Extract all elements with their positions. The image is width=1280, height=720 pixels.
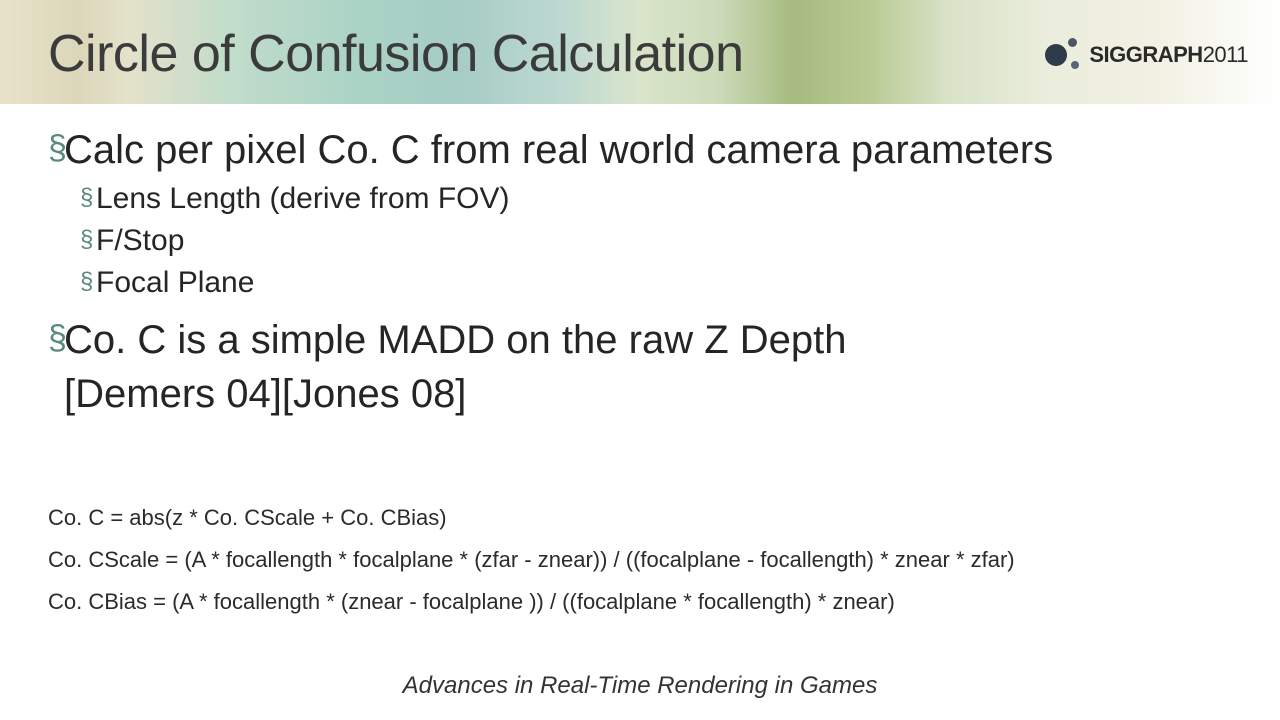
slide-title: Circle of Confusion Calculation: [48, 24, 744, 84]
footer-text: Advances in Real-Time Rendering in Games: [0, 672, 1280, 700]
bullet-level2: § Focal Plane: [80, 264, 1232, 302]
bullet-text: Calc per pixel Co. C from real world cam…: [64, 126, 1053, 174]
logo-text: SIGGRAPH2011: [1089, 42, 1248, 68]
slide: Circle of Confusion Calculation SIGGRAPH…: [0, 0, 1280, 720]
logo-mark-icon: [1045, 38, 1079, 72]
logo-brand: SIGGRAPH: [1089, 42, 1202, 67]
bullet-icon: §: [48, 316, 64, 364]
equation: Co. C = abs(z * Co. CScale + Co. CBias): [48, 504, 1232, 532]
bullet-icon: §: [48, 126, 64, 174]
bullet-level2: § F/Stop: [80, 222, 1232, 260]
bullet-level1-continuation: [Demers 04][Jones 08]: [48, 370, 1232, 418]
siggraph-logo: SIGGRAPH2011: [1045, 38, 1248, 72]
bullet-icon: §: [80, 222, 96, 260]
equation: Co. CBias = (A * focallength * (znear - …: [48, 588, 1232, 616]
bullet-text: F/Stop: [96, 222, 184, 260]
bullet-level1: § Co. C is a simple MADD on the raw Z De…: [48, 316, 1232, 364]
slide-body: § Calc per pixel Co. C from real world c…: [48, 126, 1232, 630]
logo-year: 2011: [1203, 42, 1248, 67]
bullet-text: Co. C is a simple MADD on the raw Z Dept…: [64, 316, 846, 364]
bullet-text: [Demers 04][Jones 08]: [64, 370, 466, 418]
bullet-text: Lens Length (derive from FOV): [96, 180, 510, 218]
bullet-level1: § Calc per pixel Co. C from real world c…: [48, 126, 1232, 174]
bullet-icon: §: [80, 180, 96, 218]
bullet-icon: §: [80, 264, 96, 302]
bullet-text: Focal Plane: [96, 264, 254, 302]
bullet-level2: § Lens Length (derive from FOV): [80, 180, 1232, 218]
equations-block: Co. C = abs(z * Co. CScale + Co. CBias) …: [48, 504, 1232, 616]
equation: Co. CScale = (A * focallength * focalpla…: [48, 546, 1232, 574]
